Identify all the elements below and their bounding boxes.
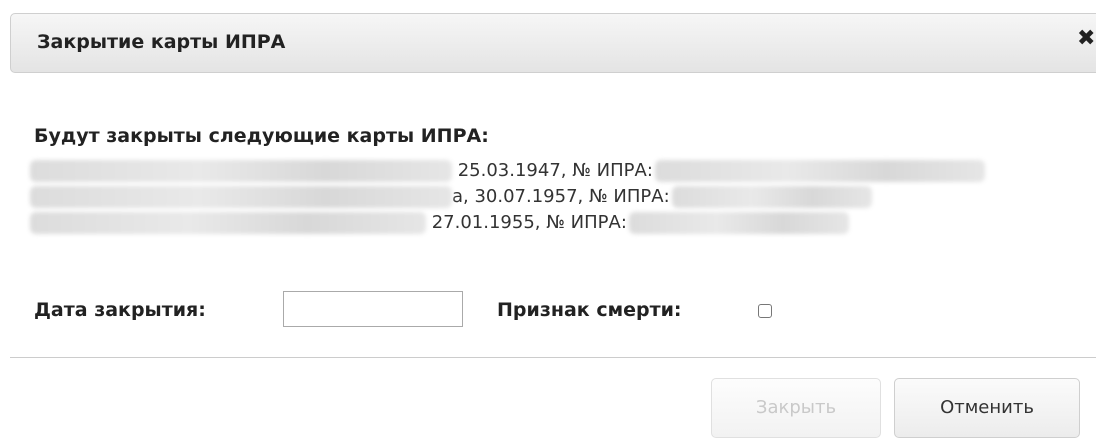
close-icon[interactable]: ✖ (1077, 28, 1095, 50)
redacted-name (30, 186, 452, 208)
redacted-ipra-number (671, 186, 872, 208)
close-ipra-card-dialog: Закрытие карты ИПРА ✖ Будут закрыты след… (0, 0, 1096, 438)
card-details: 25.03.1947, № ИПРА: (452, 160, 653, 181)
redacted-name (30, 212, 426, 234)
redacted-ipra-number (654, 160, 985, 182)
dialog-title: Закрытие карты ИПРА (37, 31, 286, 53)
card-line: 27.01.1955, № ИПРА: (30, 212, 849, 238)
card-details: 27.01.1955, № ИПРА: (426, 212, 627, 233)
card-line: 25.03.1947, № ИПРА: (30, 160, 985, 186)
cards-heading: Будут закрыты следующие карты ИПРА: (34, 125, 489, 147)
dialog-titlebar[interactable]: Закрытие карты ИПРА ✖ (10, 13, 1096, 73)
death-sign-label: Признак смерти: (497, 299, 682, 321)
redacted-name (30, 160, 452, 182)
card-details: а, 30.07.1957, № ИПРА: (452, 186, 670, 207)
closing-form-row: Дата закрытия: Признак смерти: (34, 291, 1034, 331)
footer-divider (10, 357, 1096, 358)
close-card-button[interactable]: Закрыть (711, 378, 881, 438)
redacted-ipra-number (628, 212, 849, 234)
card-line: а, 30.07.1957, № ИПРА: (30, 186, 872, 212)
cancel-button[interactable]: Отменить (894, 378, 1080, 438)
closing-date-label: Дата закрытия: (34, 299, 206, 321)
closing-date-input[interactable] (283, 291, 463, 327)
death-sign-checkbox[interactable] (758, 304, 772, 318)
